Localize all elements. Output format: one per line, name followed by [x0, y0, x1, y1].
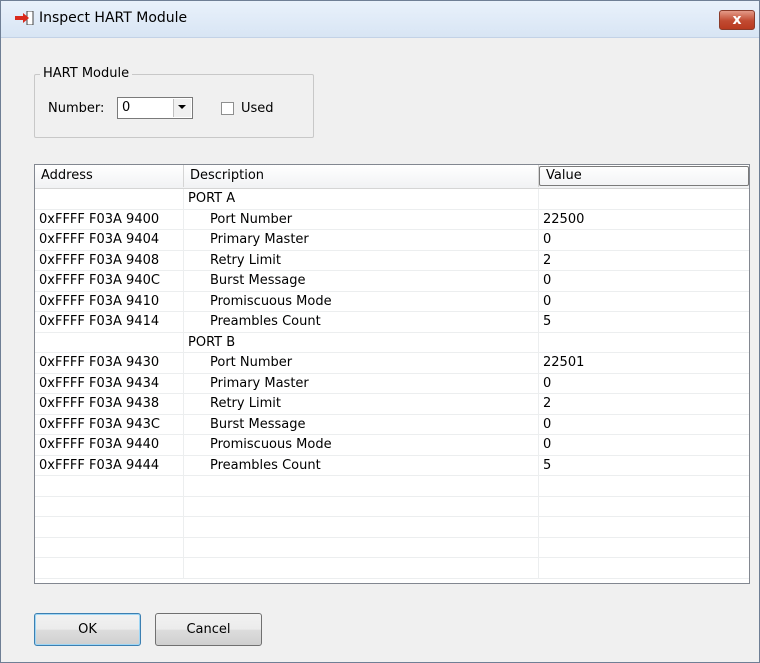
address-cell: 0xFFFF F03A 940C	[35, 271, 184, 291]
description-cell: Port Number	[184, 209, 539, 229]
description-cell	[184, 476, 539, 496]
address-cell: 0xFFFF F03A 9440	[35, 435, 184, 455]
dropdown-button[interactable]	[173, 99, 191, 117]
table-row[interactable]	[35, 476, 749, 497]
ok-button[interactable]: OK	[34, 613, 141, 646]
table-row[interactable]: 0xFFFF F03A 9444 Preambles Count 5	[35, 455, 749, 476]
address-cell: 0xFFFF F03A 9414	[35, 312, 184, 332]
table-row[interactable]: 0xFFFF F03A 943C Burst Message 0	[35, 414, 749, 435]
description-cell: Preambles Count	[184, 455, 539, 475]
table-row[interactable]: 0xFFFF F03A 9414 Preambles Count 5	[35, 312, 749, 333]
table-row[interactable]	[35, 537, 749, 558]
column-header-value[interactable]: Value	[539, 166, 749, 186]
arrow-into-door-icon	[15, 11, 34, 25]
value-cell: 22501	[543, 355, 585, 370]
table-row[interactable]	[35, 496, 749, 517]
address-cell: 0xFFFF F03A 9438	[35, 394, 184, 414]
value-cell: 0	[543, 273, 552, 288]
address-cell: 0xFFFF F03A 9410	[35, 291, 184, 311]
description-cell	[184, 517, 539, 537]
column-header-address[interactable]: Address	[35, 165, 184, 187]
description-cell	[184, 537, 539, 557]
table-row[interactable]: 0xFFFF F03A 940C Burst Message 0	[35, 271, 749, 292]
description-cell: Preambles Count	[184, 312, 539, 332]
used-checkbox[interactable]	[221, 102, 234, 115]
inspect-hart-module-dialog: Inspect HART Module x HART Module Number…	[0, 0, 760, 663]
table-row[interactable]: 0xFFFF F03A 9400 Port Number 22500	[35, 209, 749, 230]
value-cell	[539, 333, 749, 353]
address-cell	[35, 332, 184, 352]
address-cell	[35, 496, 184, 516]
value-cell: 0	[543, 437, 552, 452]
description-cell: Retry Limit	[184, 250, 539, 270]
value-cell: 2	[543, 252, 552, 268]
table-row[interactable]: 0xFFFF F03A 9440 Promiscuous Mode 0	[35, 435, 749, 456]
description-cell: Primary Master	[184, 373, 539, 393]
description-cell: Burst Message	[184, 414, 539, 434]
used-label[interactable]: Used	[241, 101, 274, 116]
value-cell	[539, 476, 749, 496]
address-cell: 0xFFFF F03A 9430	[35, 353, 184, 373]
close-button[interactable]: x	[719, 10, 755, 30]
table-row[interactable]	[35, 517, 749, 538]
table-row[interactable]: PORT B	[35, 332, 749, 353]
value-cell	[539, 517, 749, 537]
table-row[interactable]: 0xFFFF F03A 9404 Primary Master 0	[35, 230, 749, 251]
address-cell: 0xFFFF F03A 9404	[35, 230, 184, 250]
close-icon: x	[732, 12, 742, 28]
description-cell: Port Number	[184, 353, 539, 373]
address-cell: 0xFFFF F03A 9444	[35, 455, 184, 475]
value-cell	[539, 189, 749, 209]
number-dropdown[interactable]: 0	[117, 97, 193, 119]
list-body: PORT A 0xFFFF F03A 9400 Port Number 22500 0x…	[35, 189, 749, 579]
address-cell	[35, 189, 184, 209]
address-cell: 0xFFFF F03A 9408	[35, 250, 184, 270]
address-cell	[35, 558, 184, 578]
window-title: Inspect HART Module	[39, 10, 188, 26]
description-cell	[184, 496, 539, 516]
value-cell: 0	[543, 232, 552, 247]
number-label: Number:	[48, 101, 105, 116]
chevron-down-icon	[178, 105, 186, 109]
value-cell	[539, 538, 749, 558]
value-cell: 5	[543, 457, 552, 473]
description-cell	[184, 558, 539, 578]
address-cell: 0xFFFF F03A 9400	[35, 209, 184, 229]
table-row[interactable]: 0xFFFF F03A 9430 Port Number 22501	[35, 353, 749, 374]
description-cell: PORT B	[184, 332, 539, 352]
cancel-button[interactable]: Cancel	[155, 613, 262, 646]
address-cell: 0xFFFF F03A 9434	[35, 373, 184, 393]
address-cell	[35, 537, 184, 557]
table-row[interactable]: 0xFFFF F03A 9408 Retry Limit 2	[35, 250, 749, 271]
title-bar[interactable]: Inspect HART Module x	[1, 1, 759, 38]
description-cell: PORT A	[184, 189, 539, 209]
group-legend: HART Module	[40, 66, 133, 81]
table-row[interactable]: PORT A	[35, 189, 749, 210]
value-cell	[539, 558, 749, 578]
address-cell	[35, 517, 184, 537]
value-cell: 0	[543, 293, 552, 309]
value-cell: 0	[543, 416, 552, 432]
description-cell: Promiscuous Mode	[184, 291, 539, 311]
value-cell: 5	[543, 314, 552, 329]
description-cell: Burst Message	[184, 271, 539, 291]
table-row[interactable]	[35, 558, 749, 579]
column-header-description[interactable]: Description	[184, 165, 539, 187]
table-row[interactable]: 0xFFFF F03A 9410 Promiscuous Mode 0	[35, 291, 749, 312]
table-row[interactable]: 0xFFFF F03A 9434 Primary Master 0	[35, 373, 749, 394]
value-cell: 22500	[543, 211, 585, 227]
register-list[interactable]: Address Description Value PORT A 0xFFFF F…	[34, 164, 750, 584]
value-cell	[539, 497, 749, 517]
number-value: 0	[122, 100, 131, 115]
description-cell: Retry Limit	[184, 394, 539, 414]
table-row[interactable]: 0xFFFF F03A 9438 Retry Limit 2	[35, 394, 749, 415]
list-header: Address Description Value	[35, 165, 749, 189]
description-cell: Promiscuous Mode	[184, 435, 539, 455]
value-cell: 2	[543, 396, 552, 411]
value-cell: 0	[543, 375, 552, 391]
description-cell: Primary Master	[184, 230, 539, 250]
address-cell	[35, 476, 184, 496]
address-cell: 0xFFFF F03A 943C	[35, 414, 184, 434]
